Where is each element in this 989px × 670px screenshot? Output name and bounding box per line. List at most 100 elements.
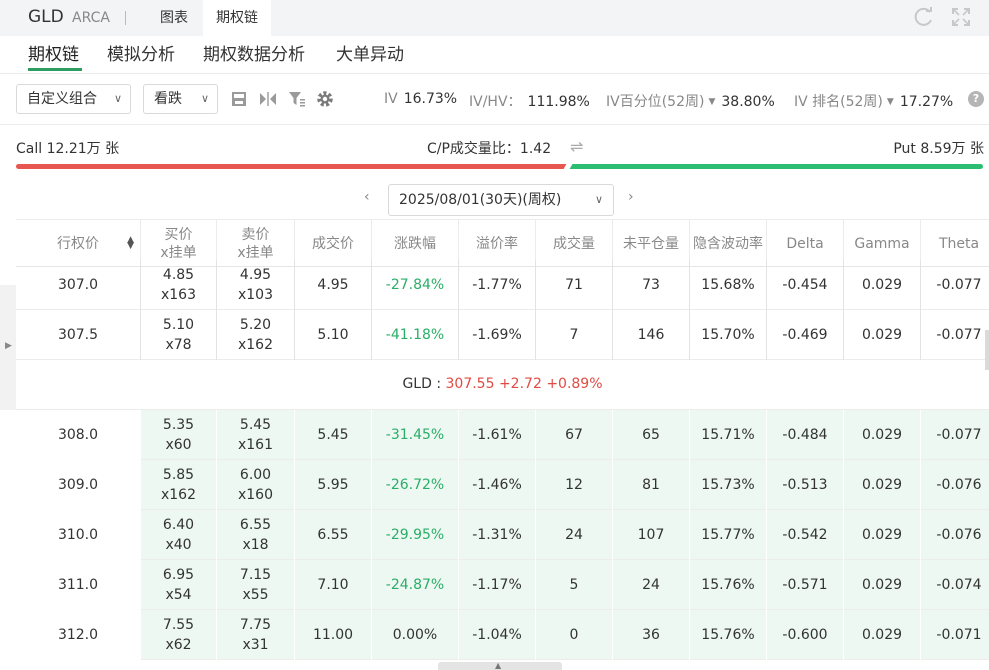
split-icon[interactable] [258,89,278,109]
cell-iv: 15.76% [689,560,766,610]
settings-icon[interactable] [315,89,335,109]
top-bar: GLD ARCA 图表 期权链 [0,0,989,36]
table-row[interactable]: 308.0 5.35 x60 5.45 x161 5.45 -31.45% -1.6… [16,410,989,460]
col-header-label: 行权价 [57,236,99,252]
cell-bid[interactable]: 5.10 x78 [140,310,216,360]
bid-size: x60 [165,437,192,453]
bid-price: 7.55 [162,617,195,633]
direction-select[interactable]: 看跌 ∨ [143,84,218,114]
right-panel-toggle[interactable] [985,330,989,370]
ask-size: x160 [237,487,273,503]
underlying-change: +2.72 [498,376,542,392]
cell-ask[interactable]: 5.45 x161 [216,410,294,460]
expiry-select-value: 2025/08/01(30天)(周权) [399,192,562,208]
divider [0,124,989,125]
cell-strike: 307.5 [57,327,99,343]
symbol-ticker: GLD [28,7,64,27]
iv-value: 16.73% [403,91,458,107]
cell-ask[interactable]: 4.95 x103 [216,260,294,310]
cell-open-interest: 73 [612,260,689,310]
tab-chart[interactable]: 图表 [146,0,202,36]
fullscreen-icon[interactable] [950,6,972,28]
cell-gamma: 0.029 [843,310,920,360]
scroll-up-handle[interactable]: ▲ [438,661,562,670]
cell-iv: 15.71% [689,410,766,460]
cell-bid[interactable]: 4.85 x163 [140,260,216,310]
ask-size: x161 [237,437,273,453]
left-panel-toggle[interactable]: ▶ [0,285,16,410]
cell-bid[interactable]: 5.85 x162 [140,460,216,510]
cell-ask[interactable]: 6.00 x160 [216,460,294,510]
filter-icon[interactable] [287,89,307,109]
cell-ask[interactable]: 7.75 x31 [216,610,294,660]
subnav-simulation[interactable]: 模拟分析 [107,40,175,65]
ask-price: 7.15 [239,567,272,583]
save-icon[interactable] [229,89,249,109]
cell-bid[interactable]: 5.35 x60 [140,410,216,460]
table-row[interactable]: 307.5 5.10 x78 5.20 x162 5.10 -41.18% -1.6… [16,310,989,360]
prev-expiry-icon[interactable]: ‹ [364,189,370,205]
cell-last: 4.95 [294,260,371,310]
cell-volume: 71 [535,260,612,310]
table-row[interactable]: 309.0 5.85 x162 6.00 x160 5.95 -26.72% -1.… [16,460,989,510]
cell-premium: -1.69% [458,310,535,360]
cell-delta: -0.454 [766,260,843,310]
cell-change: -29.95% [371,510,458,560]
cell-bid[interactable]: 6.95 x54 [140,560,216,610]
cell-premium: -1.04% [458,610,535,660]
cell-open-interest: 146 [612,310,689,360]
cell-theta: -0.077 [920,310,989,360]
table-row[interactable]: 311.0 6.95 x54 7.15 x55 7.10 -24.87% -1.17… [16,560,989,610]
expiry-select[interactable]: 2025/08/01(30天)(周权) ∨ [388,184,614,216]
cell-delta: -0.600 [766,610,843,660]
iv-percentile-metric[interactable]: IV百分位(52周) ▼ 38.80% [606,91,775,111]
cell-bid[interactable]: 7.55 x62 [140,610,216,660]
strategy-select[interactable]: 自定义组合 ∨ [16,84,131,114]
cell-delta: -0.469 [766,310,843,360]
cell-theta: -0.076 [920,510,989,560]
sort-icon[interactable]: ▲ ▼ [127,236,134,251]
table-row[interactable]: 312.0 7.55 x62 7.75 x31 11.00 0.00% -1.04%… [16,610,989,660]
swap-icon[interactable]: ⇌ [570,137,583,156]
bid-size: x162 [160,487,196,503]
ask-price: 6.55 [239,517,272,533]
cell-iv: 15.76% [689,610,766,660]
next-expiry-icon[interactable]: › [628,189,634,205]
chevron-down-icon: ∨ [594,193,603,206]
bid-price: 5.85 [162,467,195,483]
cell-strike: 309.0 [16,460,140,510]
strategy-select-value: 自定义组合 [27,91,97,107]
cell-last: 11.00 [294,610,371,660]
cell-theta: -0.077 [920,410,989,460]
cell-iv: 15.70% [689,310,766,360]
cell-bid[interactable]: 6.40 x40 [140,510,216,560]
expand-arrow-icon: ▶ [5,341,12,351]
underlying-price: 307.55 [445,376,495,392]
cell-volume: 67 [535,410,612,460]
iv-rank-metric[interactable]: IV 排名(52周) ▼ 17.27% [794,91,953,111]
table-row[interactable]: 307.0 4.85 x163 4.95 x103 4.95 -27.84% -1.… [16,260,989,310]
cell-ask[interactable]: 5.20 x162 [216,310,294,360]
ask-price: 7.75 [239,617,272,633]
cell-gamma: 0.029 [843,460,920,510]
cell-ask[interactable]: 7.15 x55 [216,560,294,610]
help-icon[interactable]: ? [968,91,984,107]
refresh-icon[interactable] [913,6,935,28]
bid-size: x54 [165,587,192,603]
subnav-block-trades[interactable]: 大单异动 [336,40,404,65]
ask-price: 4.95 [239,267,272,283]
cell-volume: 0 [535,610,612,660]
cell-strike: 311.0 [16,560,140,610]
subnav-option-chain[interactable]: 期权链 [28,40,79,65]
cell-strike: 312.0 [16,610,140,660]
call-volume: Call 12.21万 张 [16,141,120,157]
ask-price: 5.45 [239,417,272,433]
cell-ask[interactable]: 6.55 x18 [216,510,294,560]
table-row[interactable]: 310.0 6.40 x40 6.55 x18 6.55 -29.95% -1.31… [16,510,989,560]
cell-delta: -0.484 [766,410,843,460]
cell-premium: -1.31% [458,510,535,560]
cell-last: 7.10 [294,560,371,610]
tab-option-chain[interactable]: 期权链 [203,0,271,36]
put-volume-bar [569,164,983,169]
subnav-option-data-analysis[interactable]: 期权数据分析 [203,40,305,65]
